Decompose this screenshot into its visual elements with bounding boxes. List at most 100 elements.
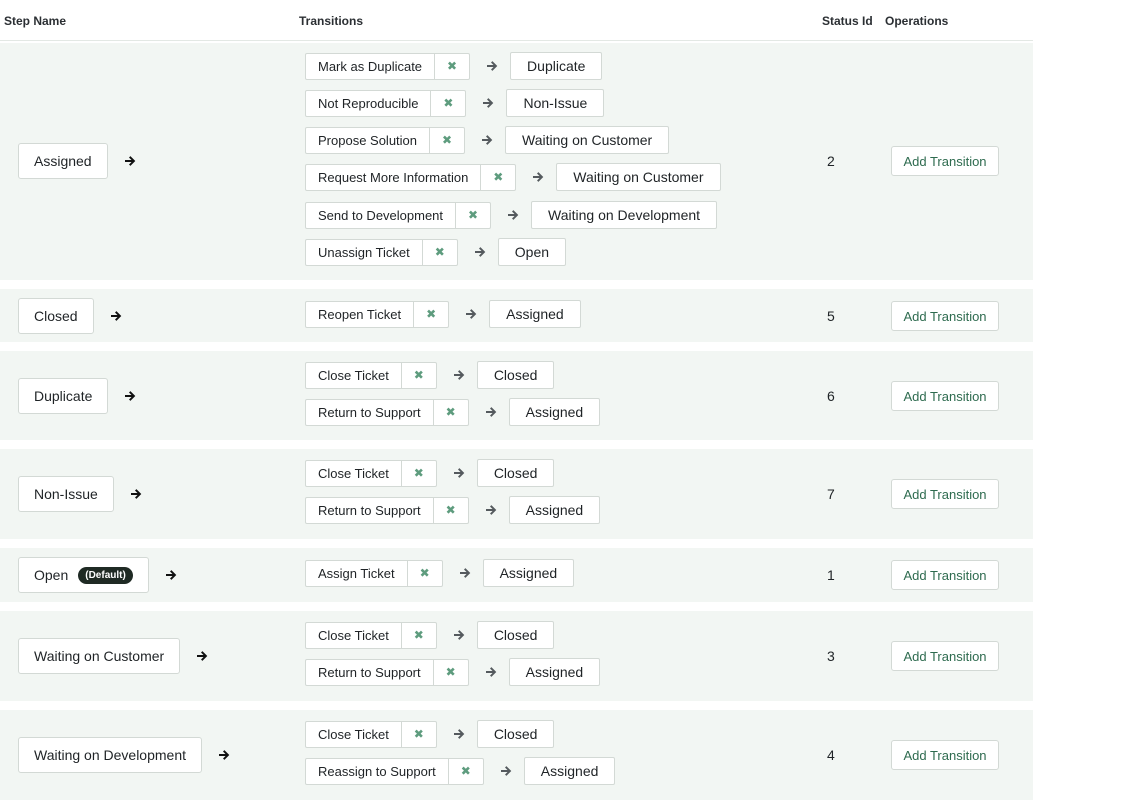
table-header: Step Name Transitions Status Id Operatio… [0, 0, 1033, 41]
close-icon[interactable]: ✖ [400, 362, 436, 388]
transition-button[interactable]: Close Ticket ✖ [305, 720, 437, 748]
transition-item: Close Ticket ✖ Closed [305, 621, 555, 649]
transition-button[interactable]: Close Ticket ✖ [305, 621, 437, 649]
arrow-right-icon [508, 210, 519, 220]
close-icon[interactable]: ✖ [400, 460, 436, 486]
step-button[interactable]: Waiting on Development [18, 737, 203, 773]
add-transition-button[interactable]: Add Transition [891, 146, 999, 176]
transition-target[interactable]: Assigned [482, 559, 575, 587]
transition-target[interactable]: Assigned [523, 757, 616, 785]
arrow-right-icon [124, 156, 135, 166]
close-icon[interactable]: ✖ [432, 497, 468, 523]
transition-label: Close Ticket [318, 726, 389, 742]
transition-target[interactable]: Assigned [508, 398, 601, 426]
close-icon[interactable]: ✖ [480, 164, 515, 190]
transition-item: Request More Information ✖ Waiting on Cust… [305, 163, 721, 191]
transition-label: Unassign Ticket [318, 244, 410, 260]
add-transition-button[interactable]: Add Transition [891, 301, 999, 331]
step-button[interactable]: Closed [18, 298, 94, 334]
step-button[interactable]: Duplicate [18, 378, 109, 414]
transition-button[interactable]: Assign Ticket ✖ [305, 559, 443, 587]
transition-button[interactable]: Return to Support ✖ [305, 398, 469, 426]
transition-label: Close Ticket [318, 367, 389, 383]
header-transitions: Transitions [299, 14, 364, 28]
transition-target[interactable]: Waiting on Development [531, 201, 718, 229]
transition-target[interactable]: Closed [476, 720, 555, 748]
step-button[interactable]: Open (Default) [18, 557, 149, 593]
step-name-label: Non-Issue [34, 486, 98, 502]
arrow-right-icon [219, 750, 230, 760]
arrow-right-icon [487, 61, 498, 71]
close-icon[interactable]: ✖ [430, 90, 465, 116]
close-icon[interactable]: ✖ [400, 622, 436, 648]
add-transition-button[interactable]: Add Transition [891, 641, 999, 671]
transition-target[interactable]: Assigned [508, 496, 601, 524]
transition-button[interactable]: Unassign Ticket ✖ [305, 238, 458, 266]
step-name-cell: Waiting on Development [18, 737, 230, 773]
close-icon[interactable]: ✖ [429, 127, 464, 153]
status-id: 5 [827, 308, 835, 324]
transition-target[interactable]: Open [497, 238, 567, 266]
arrow-right-icon [533, 172, 544, 182]
transition-target[interactable]: Waiting on Customer [505, 126, 670, 154]
transition-item: Propose Solution ✖ Waiting on Customer [305, 126, 670, 154]
step-button[interactable]: Waiting on Customer [18, 638, 181, 674]
add-transition-button[interactable]: Add Transition [891, 740, 999, 770]
add-transition-button[interactable]: Add Transition [891, 479, 999, 509]
transition-target[interactable]: Closed [476, 361, 555, 389]
close-icon[interactable]: ✖ [432, 399, 468, 425]
transition-button[interactable]: Return to Support ✖ [305, 496, 469, 524]
transition-target[interactable]: Duplicate [510, 52, 603, 80]
transition-button[interactable]: Mark as Duplicate ✖ [305, 52, 471, 80]
transition-label: Not Reproducible [318, 95, 419, 111]
transition-target[interactable]: Closed [476, 459, 555, 487]
add-transition-button[interactable]: Add Transition [891, 381, 999, 411]
table-row: Duplicate Close Ticket ✖ Closed Return to Su… [0, 351, 1033, 440]
default-badge: (Default) [78, 566, 133, 584]
transition-target[interactable]: Closed [476, 621, 555, 649]
transition-button[interactable]: Propose Solution ✖ [305, 126, 466, 154]
add-transition-button[interactable]: Add Transition [891, 560, 999, 590]
close-icon[interactable]: ✖ [421, 239, 457, 265]
arrow-right-icon [474, 247, 486, 257]
arrow-right-icon [485, 667, 496, 677]
close-icon[interactable]: ✖ [413, 301, 448, 327]
transition-item: Reopen Ticket ✖ Assigned [305, 300, 581, 328]
close-icon[interactable]: ✖ [447, 758, 483, 784]
transition-target[interactable]: Non-Issue [506, 89, 605, 117]
transition-button[interactable]: Close Ticket ✖ [305, 361, 437, 389]
status-id: 6 [827, 388, 835, 404]
transition-button[interactable]: Send to Development ✖ [305, 201, 492, 229]
transition-label: Propose Solution [318, 132, 418, 148]
transition-item: Return to Support ✖ Assigned [305, 496, 601, 524]
arrow-right-icon [482, 135, 493, 145]
transition-target[interactable]: Assigned [489, 300, 581, 328]
transition-button[interactable]: Close Ticket ✖ [305, 459, 437, 487]
transition-button[interactable]: Request More Information ✖ [305, 163, 517, 191]
transition-label: Return to Support [318, 404, 421, 420]
transition-label: Return to Support [318, 502, 421, 518]
transition-item: Reassign to Support ✖ Assigned [305, 757, 616, 785]
step-name-cell: Open (Default) [18, 557, 177, 593]
step-button[interactable]: Non-Issue [18, 476, 114, 512]
close-icon[interactable]: ✖ [434, 53, 469, 79]
close-icon[interactable]: ✖ [400, 721, 436, 747]
transition-label: Request More Information [318, 169, 469, 185]
transition-item: Mark as Duplicate ✖ Duplicate [305, 52, 603, 80]
transition-item: Close Ticket ✖ Closed [305, 720, 555, 748]
transition-button[interactable]: Reopen Ticket ✖ [305, 300, 450, 328]
transition-button[interactable]: Return to Support ✖ [305, 658, 469, 686]
workflow-steps-table: Step Name Transitions Status Id Operatio… [0, 0, 1033, 800]
transition-target[interactable]: Waiting on Customer [556, 163, 721, 191]
arrow-right-icon [485, 505, 496, 515]
step-button[interactable]: Assigned [18, 143, 108, 179]
transition-button[interactable]: Reassign to Support ✖ [305, 757, 484, 785]
close-icon[interactable]: ✖ [455, 202, 490, 228]
table-row: Waiting on Customer Close Ticket ✖ Closed Re… [0, 611, 1033, 701]
close-icon[interactable]: ✖ [406, 560, 442, 586]
arrow-right-icon [453, 630, 465, 640]
transition-button[interactable]: Not Reproducible ✖ [305, 89, 467, 117]
arrow-right-icon [197, 651, 208, 661]
close-icon[interactable]: ✖ [432, 659, 468, 685]
transition-target[interactable]: Assigned [508, 658, 601, 686]
